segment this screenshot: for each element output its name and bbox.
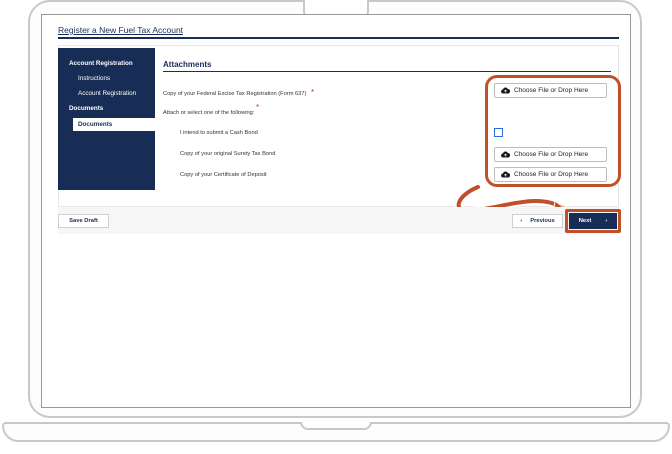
page-title: Register a New Fuel Tax Account [58, 25, 184, 35]
section-divider [163, 71, 611, 72]
title-divider [58, 37, 619, 39]
certificate-deposit-label: Copy of your Certificate of Deposit [180, 172, 267, 178]
form637-label: Copy of your Federal Excise Tax Registra… [163, 88, 315, 97]
trackpad-notch [300, 422, 372, 430]
chevron-right-icon: › [605, 218, 608, 224]
previous-button[interactable]: ‹ Previous [512, 214, 563, 228]
sidebar-item-documents-heading[interactable]: Documents [69, 105, 103, 112]
sidebar-item-instructions[interactable]: Instructions [78, 75, 110, 82]
required-mark: * [255, 103, 260, 112]
attach-select-label: Attach or select one of the following: * [163, 103, 260, 116]
required-mark: * [311, 88, 315, 97]
section-heading: Attachments [163, 60, 212, 69]
sidebar-item-account-registration-heading[interactable]: Account Registration [69, 60, 133, 67]
upload-highlight-callout [485, 75, 621, 187]
chevron-left-icon: ‹ [520, 218, 523, 224]
next-label: Next [578, 218, 592, 224]
sidebar-item-label: Documents [78, 121, 113, 128]
next-button[interactable]: Next › [569, 213, 617, 229]
sidebar-item-account-registration[interactable]: Account Registration [78, 90, 136, 97]
save-draft-button[interactable]: Save Draft [58, 214, 109, 228]
sidebar-item-documents[interactable]: Documents [73, 118, 155, 131]
surety-bond-label: Copy of your original Surety Tax Bond [180, 151, 276, 157]
previous-label: Previous [530, 218, 555, 224]
cash-bond-label: I intend to submit a Cash Bond [180, 130, 258, 136]
